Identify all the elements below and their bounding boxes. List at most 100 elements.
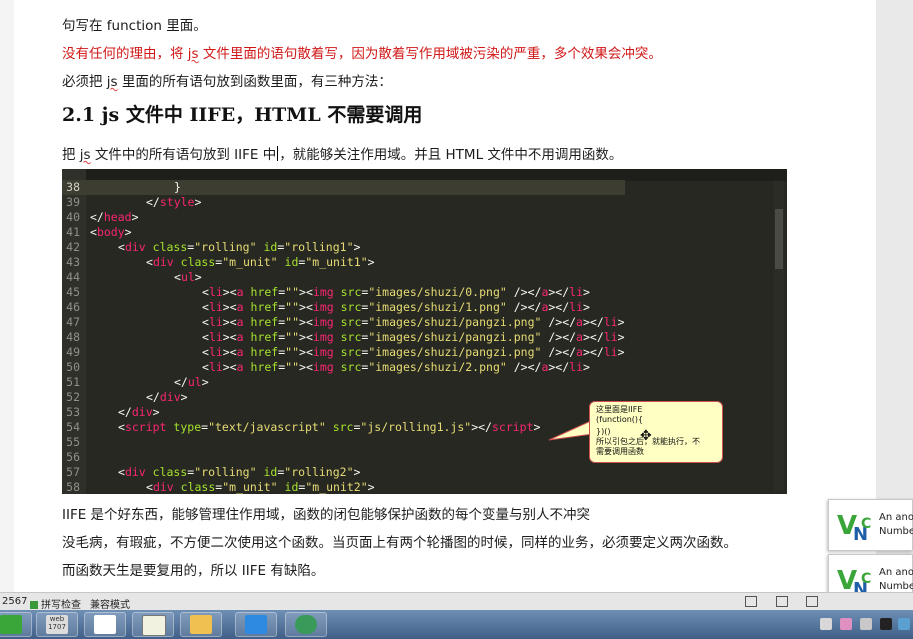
atom-icon — [295, 615, 317, 634]
spellcheck-flagged-word[interactable]: js — [80, 147, 91, 163]
code-line: 41 <body> — [62, 225, 625, 240]
tray-volume-icon[interactable] — [860, 618, 872, 630]
text-line-2-warning: 没有任何的理由，将 js 文件里面的语句散着写，因为散着写作用域被污染的严重，多… — [62, 46, 662, 62]
line-number: 49 — [66, 345, 80, 359]
code-text: <div class="rolling" id="rolling2"> — [118, 465, 361, 479]
move-cursor-icon: ✥ — [640, 428, 652, 444]
svg-text:C: C — [861, 516, 871, 532]
notification-text: Numbe — [879, 581, 913, 592]
vnc-notification-1[interactable]: V N C An ano Numbe — [828, 499, 913, 551]
spellcheck-flagged-word[interactable]: js — [107, 74, 118, 90]
callout-pointer — [548, 419, 594, 441]
line-number: 57 — [66, 465, 80, 479]
code-text: } — [174, 180, 181, 194]
document-left-margin — [0, 0, 14, 592]
taskbar-explorer-button[interactable] — [180, 612, 222, 637]
callout-line: 这里面是IIFE — [596, 405, 643, 414]
line-number: 45 — [66, 285, 80, 299]
tray-info-icon[interactable] — [898, 618, 910, 630]
callout-line: 需要调用函数 — [596, 447, 644, 456]
notification-text: An ano — [879, 567, 913, 578]
code-text: </div> — [146, 390, 188, 404]
line-number: 48 — [66, 330, 80, 344]
line-number: 56 — [66, 450, 80, 464]
callout-line: })() — [596, 427, 611, 436]
code-line: 43 <div class="m_unit" id="m_unit1"> — [62, 255, 625, 270]
code-text: <li><a href=""><img src="images/shuzi/pa… — [202, 345, 625, 359]
code-line: 47 <li><a href=""><img src="images/shuzi/… — [62, 315, 624, 330]
code-text: <div class="rolling" id="rolling1"> — [118, 240, 361, 254]
line-number: 42 — [66, 240, 80, 254]
taskbar-web-button[interactable]: web 1707 — [36, 612, 78, 637]
code-text: <body> — [90, 225, 132, 239]
line-number: 43 — [66, 255, 80, 269]
code-lines: 38} 39 </style> 40 </head> 41 <body> 42 <div cla… — [62, 180, 625, 494]
notification-text: An ano — [879, 512, 913, 523]
code-scrollbar-thumb — [775, 209, 783, 269]
taskbar-vnc-button[interactable] — [84, 612, 126, 637]
code-text: <div class="m_unit" id="m_unit1"> — [146, 255, 375, 269]
spellcheck-flagged-word[interactable]: js — [188, 46, 199, 62]
tray-close-icon[interactable] — [880, 618, 892, 630]
line-number: 50 — [66, 360, 80, 374]
line-number: 46 — [66, 300, 80, 314]
page-view-icon[interactable] — [776, 596, 788, 607]
tray-network-icon[interactable] — [820, 618, 832, 630]
taskbar-atom-button[interactable] — [285, 612, 327, 637]
code-line: 57 <div class="rolling" id="rolling2"> — [62, 465, 625, 480]
tray-app-icon[interactable] — [840, 618, 852, 630]
chart-icon — [142, 615, 166, 636]
svg-text:C: C — [861, 571, 871, 587]
code-line: 48 <li><a href=""><img src="images/shuzi/… — [62, 330, 625, 345]
document-app-icon — [245, 615, 267, 634]
line-number: 39 — [66, 195, 80, 209]
code-line: 58 <div class="m_unit" id="m_unit2"> — [62, 480, 625, 494]
bottom-paragraph-3: 而函数天生是要复用的，所以 IIFE 有缺陷。 — [62, 563, 325, 579]
code-line: 44 <ul> — [62, 270, 625, 285]
code-text: <script type="text/javascript" src="js/r… — [118, 420, 541, 434]
line-number: 47 — [66, 315, 80, 329]
line-number: 53 — [66, 405, 80, 419]
line-number: 44 — [66, 270, 80, 284]
code-text: </style> — [146, 195, 202, 209]
intro-paragraph: 把 js 文件中的所有语句放到 IIFE 中，就能够关注作用域。并且 HTML … — [62, 146, 623, 163]
callout-line: 所以引包之后，就能执行，不 — [596, 437, 700, 446]
taskbar: web 1707 — [0, 610, 913, 639]
code-line: 45 <li><a href=""><img src="images/shuzi/… — [62, 285, 625, 300]
compat-mode-indicator[interactable]: 兼容模式 — [90, 596, 130, 611]
line-number: 52 — [66, 390, 80, 404]
code-text: <li><a href=""><img src="images/shuzi/2.… — [202, 360, 590, 374]
taskbar-chart-button[interactable] — [132, 612, 174, 637]
code-line: 52 </div> — [62, 390, 625, 405]
code-line: 42 <div class="rolling" id="rolling1"> — [62, 240, 625, 255]
code-line: 50 <li><a href=""><img src="images/shuzi/… — [62, 360, 625, 375]
spell-check-status[interactable]: 拼写检查 — [30, 596, 81, 611]
line-number: 54 — [66, 420, 80, 434]
code-line: 51 </ul> — [62, 375, 625, 390]
code-text: <li><a href=""><img src="images/shuzi/1.… — [202, 300, 590, 314]
code-text: <div class="m_unit" id="m_unit2"> — [146, 480, 375, 494]
code-line: 54 <script type="text/javascript" src="js… — [62, 420, 625, 435]
code-text: </ul> — [174, 375, 209, 389]
word-count[interactable]: 2567 — [2, 596, 27, 607]
spell-check-icon — [30, 601, 38, 609]
code-line: 56 — [62, 450, 625, 465]
fit-view-icon[interactable] — [745, 596, 757, 607]
code-text: <li><a href=""><img src="images/shuzi/pa… — [202, 330, 625, 344]
line-number: 55 — [66, 435, 80, 449]
web-view-icon[interactable] — [806, 596, 818, 607]
code-line: 49 <li><a href=""><img src="images/shuzi/… — [62, 345, 625, 360]
vnc-logo-icon — [94, 615, 116, 634]
code-text: <li><a href=""><img src="images/shuzi/0.… — [202, 285, 590, 299]
taskbar-app-button[interactable] — [0, 612, 32, 637]
text-line-1: 句写在 function 里面。 — [62, 18, 207, 34]
code-line: 38} — [62, 180, 625, 195]
taskbar-wps-button[interactable] — [235, 612, 277, 637]
bottom-paragraph-2: 没毛病，有瑕疵，不方便二次使用这个函数。当页面上有两个轮播图的时候，同样的业务，… — [62, 535, 737, 551]
line-number: 41 — [66, 225, 80, 239]
code-line: 55 — [62, 435, 625, 450]
code-text: </head> — [90, 210, 139, 224]
line-number: 38 — [66, 180, 80, 194]
annotation-callout: 这里面是IIFE (function(){ })() 所以引包之后，就能执行，不… — [589, 401, 723, 463]
code-line: 53 </div> — [62, 405, 625, 420]
